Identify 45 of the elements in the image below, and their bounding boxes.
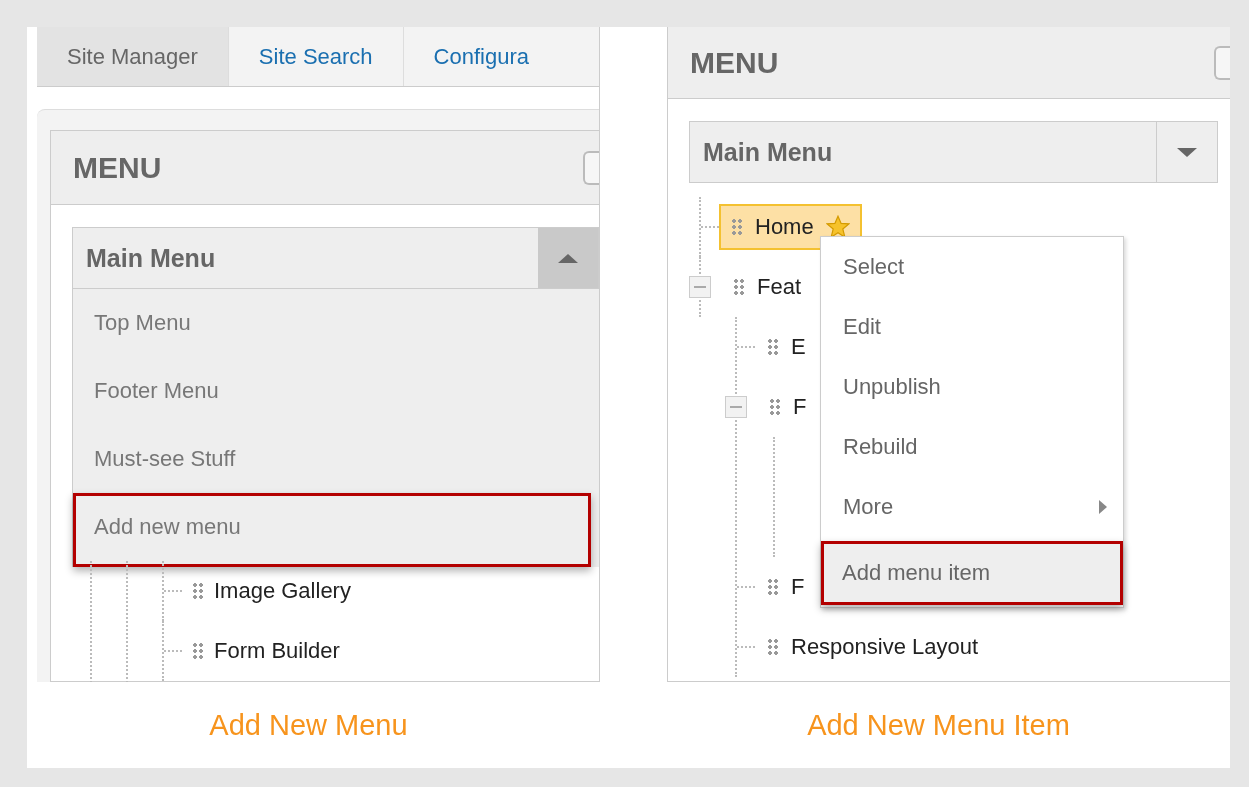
tree-item[interactable]: E	[755, 324, 818, 370]
panel-title: MENU	[73, 150, 162, 185]
menu-dropdown[interactable]: Main Menu	[72, 227, 599, 289]
dropdown-value: Main Menu	[85, 243, 216, 273]
collapse-toggle-icon[interactable]	[725, 396, 747, 418]
tree-item[interactable]: F	[755, 564, 817, 610]
dropdown-option[interactable]: Must-see Stuff	[73, 425, 599, 493]
dropdown-option[interactable]: Add new menu	[73, 493, 591, 567]
drag-handle-icon[interactable]	[192, 582, 204, 600]
drag-handle-icon[interactable]	[769, 398, 781, 416]
menu-item[interactable]: Unpublish	[821, 357, 1123, 417]
drag-handle-icon[interactable]	[767, 638, 779, 656]
caret-icon[interactable]	[538, 228, 598, 288]
drag-handle-icon[interactable]	[731, 218, 743, 236]
panel-button[interactable]	[583, 150, 599, 185]
tree-item-label: F	[791, 574, 805, 600]
panel-button[interactable]	[1214, 45, 1230, 80]
tree-item-label: Responsive Layout	[791, 634, 979, 660]
drag-handle-icon[interactable]	[192, 642, 204, 660]
tree-item-label: Feat	[757, 274, 802, 300]
tab[interactable]: Site Manager	[37, 27, 229, 86]
tree-item[interactable]: Form Builder	[214, 638, 340, 664]
dropdown-option[interactable]: Top Menu	[73, 289, 599, 357]
drag-handle-icon[interactable]	[767, 578, 779, 596]
tree-item[interactable]: Responsive Layout	[755, 624, 991, 670]
menu-dropdown[interactable]: Main Menu	[689, 121, 1218, 183]
tree-item-label: Home	[755, 214, 814, 240]
tree-item[interactable]: F	[757, 384, 819, 430]
panel-title: MENU	[690, 45, 779, 80]
dropdown-value: Main Menu	[702, 137, 833, 167]
menu-item[interactable]: Rebuild	[821, 417, 1123, 477]
menu-item[interactable]: Edit	[821, 297, 1123, 357]
drag-handle-icon[interactable]	[733, 278, 745, 296]
caption: Add New Menu	[208, 709, 409, 742]
tree-item[interactable]: Feat	[721, 264, 814, 310]
collapse-toggle-icon[interactable]	[689, 276, 711, 298]
tree-item[interactable]: Home	[719, 204, 862, 250]
tree-item-label: E	[791, 334, 806, 360]
menu-item[interactable]: Add menu item	[821, 541, 1123, 605]
caption: Add New Menu Item	[806, 709, 1071, 742]
tree-item[interactable]: Image Gallery	[214, 578, 351, 604]
tree-item-label: F	[793, 394, 807, 420]
dropdown-option[interactable]: Footer Menu	[73, 357, 599, 425]
menu-item[interactable]: More	[821, 477, 1123, 537]
drag-handle-icon[interactable]	[767, 338, 779, 356]
